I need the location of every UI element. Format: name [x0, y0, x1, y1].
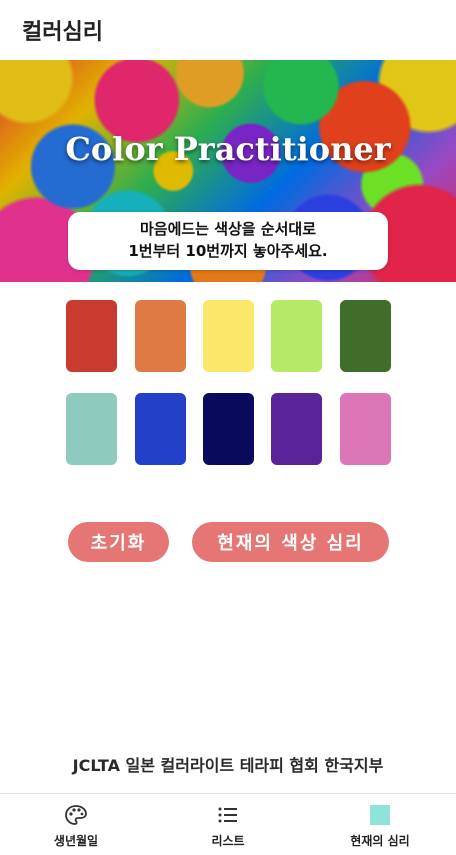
instruction-line-2: 1번부터 10번까지 놓아주세요.	[128, 242, 328, 260]
color-swatch-2[interactable]	[135, 300, 186, 372]
organization-text: JCLTA 일본 컬러라이트 테라피 협회 한국지부	[72, 756, 384, 775]
list-icon	[218, 807, 237, 823]
color-swatch-10[interactable]	[340, 393, 391, 465]
nav-item-current-psychology[interactable]: 현재의 심리	[304, 794, 456, 855]
instruction-box: 마음에드는 색상을 순서대로 1번부터 10번까지 놓아주세요.	[68, 212, 388, 270]
color-swatch-8[interactable]	[203, 393, 254, 465]
current-psychology-button[interactable]: 현재의 색상 심리	[192, 522, 389, 562]
color-swatch-7[interactable]	[135, 393, 186, 465]
hero-title: Color Practitioner	[65, 130, 391, 168]
color-swatch-4[interactable]	[271, 300, 322, 372]
nav-label-birthdate: 생년월일	[53, 834, 99, 848]
hero-banner: Color Practitioner 마음에드는 색상을 순서대로 1번부터 1…	[0, 60, 456, 282]
instruction-line-1: 마음에드는 색상을 순서대로	[139, 220, 317, 238]
app-header: 컬러심리	[0, 0, 456, 60]
reset-button[interactable]: 초기화	[68, 522, 169, 562]
palette-icon	[65, 805, 87, 825]
color-swatch-5[interactable]	[340, 300, 391, 372]
nav-label-list: 리스트	[211, 834, 245, 848]
color-swatch-3[interactable]	[203, 300, 254, 372]
color-swatch-6[interactable]	[66, 393, 117, 465]
color-swatch-9[interactable]	[271, 393, 322, 465]
nav-item-list[interactable]: 리스트	[152, 794, 304, 855]
nav-item-birthdate[interactable]: 생년월일	[0, 794, 152, 855]
bottom-navigation: 생년월일 리스트 현재의 심리	[0, 793, 456, 855]
square-icon	[370, 805, 390, 825]
color-swatch-1[interactable]	[66, 300, 117, 372]
nav-label-current-psychology: 현재의 심리	[350, 834, 410, 848]
page-title: 컬러심리	[22, 20, 103, 45]
